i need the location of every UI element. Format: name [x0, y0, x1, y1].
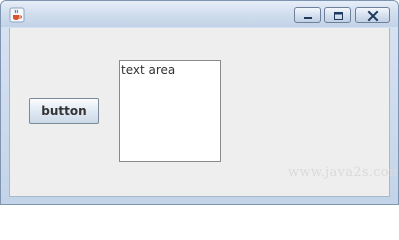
- maximize-icon: [334, 12, 343, 20]
- minimize-button[interactable]: [294, 7, 321, 23]
- close-icon: [367, 10, 379, 22]
- watermark: www.java2s.com: [288, 165, 399, 180]
- demo-button[interactable]: button: [29, 98, 99, 124]
- minimize-icon: [304, 17, 312, 19]
- text-area[interactable]: text area: [119, 60, 221, 162]
- java-cup-icon[interactable]: [9, 7, 25, 23]
- app-window: button text area www.java2s.com: [0, 0, 399, 205]
- close-button[interactable]: [355, 7, 390, 23]
- maximize-button[interactable]: [324, 7, 351, 23]
- title-bar[interactable]: [1, 1, 398, 27]
